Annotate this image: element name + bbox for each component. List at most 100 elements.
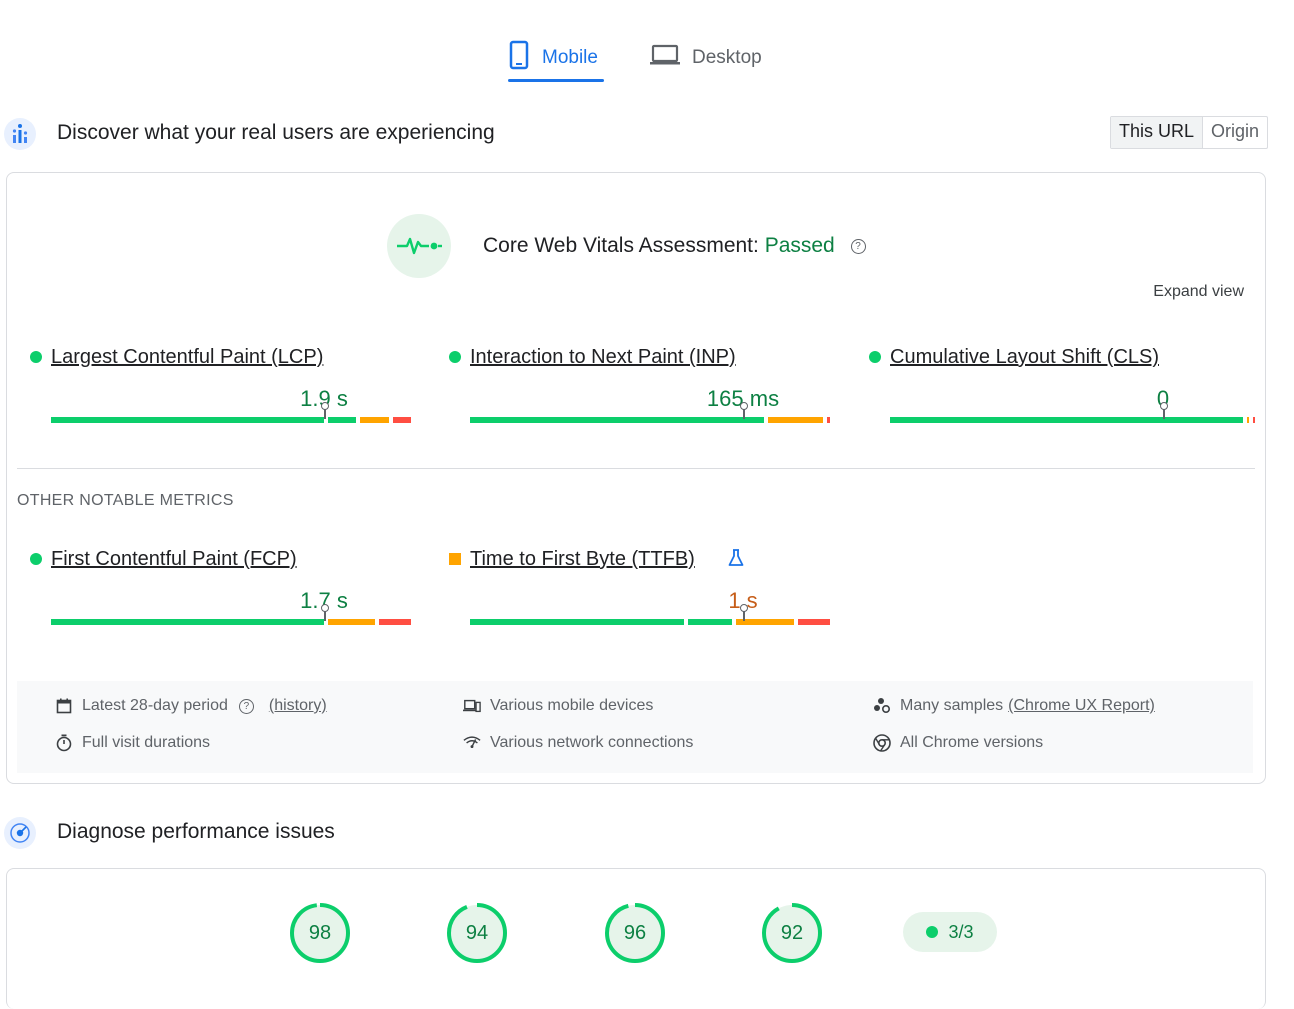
pwa-badge[interactable]: 3/3 [903, 912, 997, 952]
url-origin-toggle: This URL Origin [1110, 116, 1269, 149]
metric-name[interactable]: Interaction to Next Paint (INP) [470, 346, 736, 369]
score-gauge[interactable]: 98 [289, 902, 351, 964]
field-data-card: Core Web Vitals Assessment: Passed ? Exp… [6, 172, 1266, 784]
score-gauge[interactable]: 92 [761, 902, 823, 964]
poor-segment [797, 619, 830, 625]
good-segment [470, 619, 685, 625]
average-segment [360, 417, 390, 423]
phone-icon [508, 40, 530, 76]
pass-dot-icon [926, 926, 939, 938]
origin-button[interactable]: Origin [1203, 117, 1267, 148]
percentile-marker [740, 402, 748, 419]
field-data-info: Latest 28-day period ? (history) Full vi… [17, 681, 1253, 773]
help-icon[interactable]: ? [850, 238, 866, 254]
average-segment [768, 417, 823, 423]
score-value: 96 [623, 922, 647, 944]
average-square-icon [449, 553, 461, 565]
cwv-assessment: Core Web Vitals Assessment: Passed ? [387, 213, 866, 279]
help-icon[interactable]: ? [238, 698, 254, 714]
info-samples: Many samples (Chrome UX Report) [873, 697, 1155, 715]
info-durations: Full visit durations [55, 734, 210, 752]
info-network: Various network connections [463, 734, 693, 752]
good-dot-icon [869, 351, 881, 363]
average-segment [327, 619, 375, 625]
metric-name[interactable]: Cumulative Layout Shift (CLS) [890, 346, 1159, 369]
device-tabs: Mobile Desktop [0, 34, 1294, 84]
tab-mobile-label: Mobile [542, 47, 598, 68]
calendar-icon [55, 697, 73, 715]
cwv-title: Core Web Vitals Assessment: Passed ? [483, 234, 866, 258]
metric-ttfb: Time to First Byte (TTFB) 1 s [449, 548, 834, 638]
score-value: 98 [308, 922, 332, 944]
laptop-icon [650, 43, 680, 73]
good-segment [51, 417, 324, 423]
samples-icon [873, 697, 891, 715]
other-metrics-label: OTHER NOTABLE METRICS [17, 492, 234, 509]
info-chrome: All Chrome versions [873, 734, 1043, 752]
network-icon [463, 734, 481, 752]
diagnose-card: 98 94 96 92 3/3 [6, 868, 1266, 1009]
info-devices: Various mobile devices [463, 697, 653, 715]
percentile-marker [321, 402, 329, 419]
crux-icon [4, 118, 36, 150]
good-segment [688, 619, 732, 625]
distribution-bar [470, 402, 834, 423]
poor-segment [393, 417, 411, 423]
samples-prefix: Many samples [900, 697, 1004, 714]
good-dot-icon [30, 351, 42, 363]
flask-icon[interactable] [728, 549, 744, 572]
score-gauge[interactable]: 96 [604, 902, 666, 964]
distribution-bar [890, 402, 1255, 423]
network-text: Various network connections [490, 734, 694, 751]
distribution-bar [470, 604, 834, 625]
cwv-status: Passed [764, 234, 835, 257]
tab-desktop-label: Desktop [692, 47, 762, 68]
metric-name[interactable]: First Contentful Paint (FCP) [51, 548, 297, 571]
expand-view-button[interactable]: Expand view [1153, 283, 1244, 301]
diagnose-header: Diagnose performance issues [0, 815, 1294, 855]
devices-text: Various mobile devices [490, 697, 654, 714]
pwa-value: 3/3 [948, 921, 974, 942]
distribution-bar [51, 604, 415, 625]
good-dot-icon [449, 351, 461, 363]
devices-icon [463, 697, 481, 715]
poor-segment [826, 417, 830, 423]
metric-inp: Interaction to Next Paint (INP) 165 ms [449, 346, 834, 436]
durations-text: Full visit durations [82, 734, 211, 751]
good-segment [51, 619, 324, 625]
lighthouse-icon [4, 817, 36, 849]
metric-cls: Cumulative Layout Shift (CLS) 0 [869, 346, 1255, 436]
good-dot-icon [30, 553, 42, 565]
history-link[interactable]: (history) [269, 697, 327, 715]
percentile-marker [1160, 402, 1168, 419]
good-segment [327, 417, 357, 423]
distribution-bar [51, 402, 415, 423]
score-value: 94 [465, 922, 489, 944]
timer-icon [55, 734, 73, 752]
divider [17, 468, 1255, 469]
good-segment [890, 417, 1243, 423]
poor-segment [378, 619, 411, 625]
metric-lcp: Largest Contentful Paint (LCP) 1.9 s [30, 346, 415, 436]
pulse-icon [387, 214, 451, 278]
period-text: Latest 28-day period [82, 697, 228, 714]
score-value: 92 [780, 922, 804, 944]
section-title: Diagnose performance issues [57, 820, 335, 843]
chrome-icon [873, 734, 891, 752]
metric-name[interactable]: Time to First Byte (TTFB) [470, 548, 695, 571]
chrome-text: All Chrome versions [900, 734, 1044, 751]
score-gauge[interactable]: 94 [446, 902, 508, 964]
tab-desktop[interactable]: Desktop [650, 34, 762, 82]
this-url-button[interactable]: This URL [1111, 117, 1204, 148]
info-period: Latest 28-day period ? (history) [55, 697, 327, 715]
metric-name[interactable]: Largest Contentful Paint (LCP) [51, 346, 323, 369]
percentile-marker [321, 604, 329, 621]
field-data-header: Discover what your real users are experi… [0, 116, 1294, 156]
poor-segment [1252, 417, 1255, 423]
average-segment [1246, 417, 1249, 423]
crux-report-link[interactable]: (Chrome UX Report) [1008, 697, 1155, 715]
metric-fcp: First Contentful Paint (FCP) 1.7 s [30, 548, 415, 638]
tab-mobile[interactable]: Mobile [508, 34, 598, 82]
good-segment [470, 417, 765, 423]
cwv-label: Core Web Vitals Assessment: [483, 234, 759, 257]
